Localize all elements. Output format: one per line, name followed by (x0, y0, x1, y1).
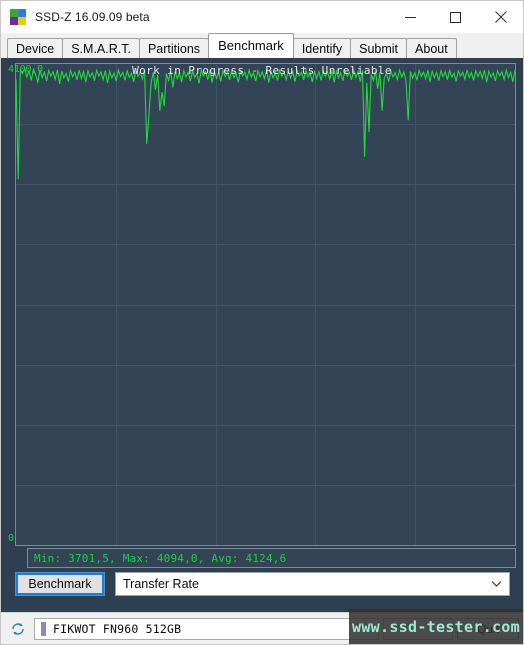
logo-quadrant-3 (10, 17, 18, 25)
close-icon[interactable] (478, 1, 523, 33)
refresh-icon[interactable] (6, 617, 30, 641)
quit-button[interactable]: Quit (457, 617, 519, 640)
window-title: SSD-Z 16.09.09 beta (35, 10, 150, 24)
title-bar: SSD-Z 16.09.09 beta (1, 1, 523, 33)
tab-device[interactable]: Device (7, 38, 64, 59)
transfer-rate-line (16, 64, 515, 545)
benchmark-mode-value: Transfer Rate (123, 577, 199, 591)
tab-bar: Device S.M.A.R.T. Partitions Benchmark I… (1, 33, 523, 59)
benchmark-panel: 4100,0 0 Work in Progress - Results Unre… (1, 58, 523, 612)
device-name-label: FIKWOT FN960 512GB (53, 621, 182, 636)
tab-identify[interactable]: Identify (292, 38, 352, 59)
y-axis-max-label: 4100,0 (8, 64, 43, 75)
minimize-icon[interactable] (388, 1, 433, 33)
device-selector[interactable]: FIKWOT FN960 512GB (34, 617, 379, 640)
tab-smart[interactable]: S.M.A.R.T. (62, 38, 140, 59)
tab-partitions[interactable]: Partitions (138, 38, 210, 59)
logo-quadrant-1 (10, 9, 18, 17)
window-controls (388, 1, 523, 33)
maximize-icon[interactable] (433, 1, 478, 33)
benchmark-controls: Benchmark Transfer Rate (7, 568, 517, 600)
y-axis-min-label: 0 (8, 533, 14, 544)
tab-benchmark[interactable]: Benchmark (208, 33, 294, 58)
tab-about[interactable]: About (406, 38, 457, 59)
status-bar: FIKWOT FN960 512GB Quit (1, 612, 523, 644)
status-action-button[interactable] (383, 617, 453, 640)
logo-quadrant-2 (18, 9, 26, 17)
benchmark-button[interactable]: Benchmark (15, 572, 105, 596)
benchmark-mode-select[interactable]: Transfer Rate (115, 572, 510, 596)
app-logo-icon (10, 9, 26, 25)
benchmark-chart: 4100,0 0 Work in Progress - Results Unre… (7, 63, 517, 568)
logo-quadrant-4 (18, 17, 26, 25)
chart-plot-area (15, 63, 516, 546)
device-color-swatch (41, 621, 46, 636)
chevron-down-icon[interactable] (483, 580, 509, 588)
tab-submit[interactable]: Submit (350, 38, 408, 59)
ssd-z-window: SSD-Z 16.09.09 beta Device S.M.A.R.T. Pa… (0, 0, 524, 645)
benchmark-stats: Min: 3701,5, Max: 4094,0, Avg: 4124,6 (27, 548, 516, 568)
